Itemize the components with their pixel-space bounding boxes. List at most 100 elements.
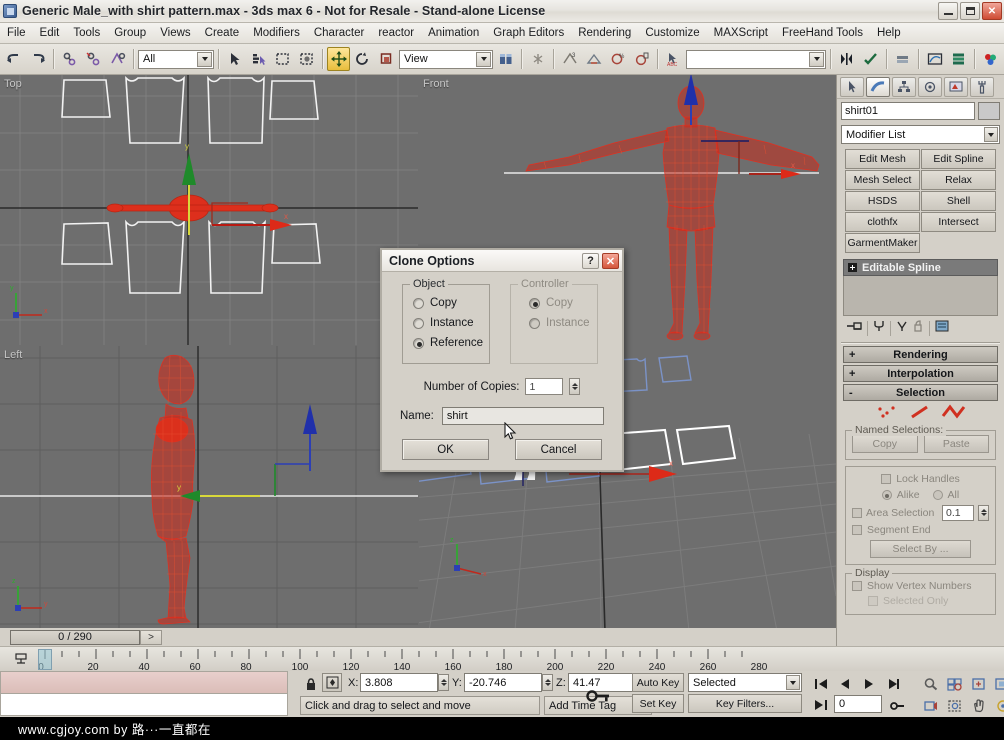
snap-toggle-icon[interactable]: 3: [558, 47, 581, 71]
set-key-button[interactable]: Set Key: [632, 694, 684, 713]
menu-item-customize[interactable]: Customize: [638, 25, 706, 41]
menu-item-maxscript[interactable]: MAXScript: [707, 25, 775, 41]
arc-rotate-icon[interactable]: [992, 695, 1004, 716]
modifier-list-dropdown[interactable]: Modifier List: [841, 125, 1000, 144]
zoom-all-icon[interactable]: [944, 673, 966, 694]
y-coord-spinner[interactable]: [542, 674, 553, 691]
select-and-scale-icon[interactable]: [375, 47, 398, 71]
track-bar[interactable]: 0 20 40 60 80 100 120 140 160 180 200 22…: [0, 646, 1004, 672]
restore-button[interactable]: [960, 2, 980, 20]
name-field[interactable]: shirt: [441, 407, 604, 425]
viewport-top[interactable]: y x y x Top: [0, 75, 418, 345]
previous-frame-icon[interactable]: [834, 673, 856, 694]
go-to-start-icon[interactable]: [810, 673, 832, 694]
named-selection-copy-button[interactable]: Copy: [852, 435, 918, 453]
reference-coordinate-system-combo[interactable]: View: [399, 49, 493, 69]
menu-item-views[interactable]: Views: [153, 25, 197, 41]
area-selection-checkbox[interactable]: [852, 507, 862, 518]
next-frame-icon[interactable]: [882, 673, 904, 694]
zoom-icon[interactable]: [920, 673, 942, 694]
all-radio[interactable]: [932, 490, 943, 500]
undo-icon[interactable]: [2, 47, 25, 71]
object-instance-option[interactable]: Instance: [413, 313, 479, 333]
field-of-view-icon[interactable]: [920, 695, 942, 716]
menu-item-file[interactable]: File: [0, 25, 33, 41]
modifier-button-mesh-select[interactable]: Mesh Select: [845, 170, 920, 190]
menu-item-graph-editors[interactable]: Graph Editors: [486, 25, 571, 41]
region-zoom-icon[interactable]: [944, 695, 966, 716]
key-filter-combo[interactable]: Selected: [688, 673, 802, 692]
next-frame-button[interactable]: >: [140, 629, 162, 645]
time-slider-handle[interactable]: [38, 649, 52, 670]
motion-tab[interactable]: [918, 76, 942, 97]
y-coord-field[interactable]: -20.746: [464, 673, 542, 692]
select-by-button[interactable]: Select By ...: [870, 540, 971, 558]
display-tab[interactable]: [944, 76, 968, 97]
bind-to-space-warp-icon[interactable]: [106, 47, 129, 71]
menu-item-group[interactable]: Group: [107, 25, 153, 41]
pin-stack-icon[interactable]: [845, 319, 863, 338]
maxscript-listener[interactable]: [0, 694, 288, 716]
cancel-button[interactable]: Cancel: [515, 439, 602, 460]
menu-item-edit[interactable]: Edit: [33, 25, 67, 41]
object-reference-radio[interactable]: [413, 337, 424, 349]
menu-item-modifiers[interactable]: Modifiers: [246, 25, 307, 41]
viewport-left[interactable]: y z y Left: [0, 346, 418, 631]
zoom-extents-all-icon[interactable]: [992, 673, 1004, 694]
align-icon[interactable]: [859, 47, 882, 71]
object-reference-option[interactable]: Reference: [413, 333, 483, 353]
object-instance-radio[interactable]: [413, 317, 424, 329]
menu-item-animation[interactable]: Animation: [421, 25, 486, 41]
modifier-button-intersect[interactable]: Intersect: [921, 212, 996, 232]
segment-sub-object-icon[interactable]: [909, 404, 931, 425]
segment-end-checkbox[interactable]: [852, 525, 862, 535]
zoom-extents-icon[interactable]: [968, 673, 990, 694]
clone-options-dialog[interactable]: Clone Options ? ✕ Object Copy Instance R…: [380, 248, 624, 472]
configure-modifier-sets-icon[interactable]: [934, 319, 950, 338]
select-and-rotate-icon[interactable]: [351, 47, 374, 71]
modify-tab[interactable]: [866, 76, 890, 97]
select-and-move-icon[interactable]: [327, 47, 350, 71]
named-selection-sets-icon[interactable]: ABC: [662, 47, 685, 71]
alike-radio[interactable]: [881, 490, 892, 500]
object-color-swatch[interactable]: [978, 102, 1000, 120]
menu-item-tools[interactable]: Tools: [66, 25, 107, 41]
number-of-copies-spinner[interactable]: [569, 378, 581, 395]
selected-only-checkbox[interactable]: [868, 595, 878, 606]
rollout-selection[interactable]: - Selection: [843, 384, 998, 401]
select-object-icon[interactable]: [223, 47, 246, 71]
track-bar-range[interactable]: [0, 671, 288, 694]
object-copy-radio[interactable]: [413, 297, 424, 309]
select-by-name-icon[interactable]: [247, 47, 270, 71]
show-end-result-icon[interactable]: [872, 319, 886, 338]
ok-button[interactable]: OK: [402, 439, 489, 460]
spinner-snap-toggle-icon[interactable]: [630, 47, 653, 71]
select-and-link-icon[interactable]: [58, 47, 81, 71]
key-mode-icon[interactable]: [886, 695, 908, 716]
utilities-tab[interactable]: [970, 76, 994, 97]
modifier-stack-list[interactable]: [843, 276, 998, 316]
spline-sub-object-icon[interactable]: [941, 404, 967, 425]
auto-key-button[interactable]: Auto Key: [632, 673, 684, 692]
selection-filter-combo[interactable]: All: [138, 49, 214, 69]
minimize-button[interactable]: [938, 2, 958, 20]
key-filters-button[interactable]: Key Filters...: [688, 694, 802, 713]
vertex-sub-object-icon[interactable]: [875, 404, 899, 425]
percent-snap-toggle-icon[interactable]: %: [606, 47, 629, 71]
modifier-button-edit-spline[interactable]: Edit Spline: [921, 149, 996, 169]
open-mini-curve-editor-icon[interactable]: [14, 651, 29, 667]
modifier-button-edit-mesh[interactable]: Edit Mesh: [845, 149, 920, 169]
named-selection-paste-button[interactable]: Paste: [923, 435, 989, 453]
mirror-icon[interactable]: [835, 47, 858, 71]
curve-editor-icon[interactable]: [923, 47, 946, 71]
chevron-down-icon[interactable]: [809, 51, 824, 67]
angle-snap-toggle-icon[interactable]: [582, 47, 605, 71]
number-of-copies-field[interactable]: 1: [525, 378, 564, 395]
use-pivot-point-center-icon[interactable]: [494, 47, 517, 71]
pan-icon[interactable]: [968, 695, 990, 716]
modifier-button-clothfx[interactable]: clothfx: [845, 212, 920, 232]
area-selection-value[interactable]: 0.1: [942, 504, 974, 521]
create-tab[interactable]: [840, 76, 864, 97]
key-mode-toggle-icon[interactable]: [584, 685, 614, 707]
modifier-button-hsds[interactable]: HSDS: [845, 191, 920, 211]
